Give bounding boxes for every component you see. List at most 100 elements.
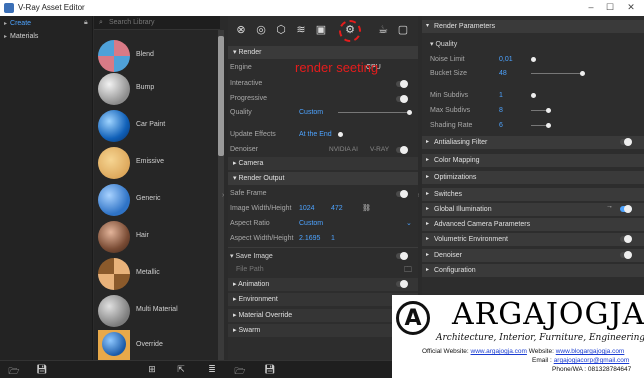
render-elements-icon[interactable]: ▣ — [314, 23, 328, 37]
camera-section-header[interactable]: ▸ Camera — [228, 157, 418, 170]
denoiser-nvidia-option[interactable]: NVIDIA AI — [329, 146, 358, 153]
website-link[interactable]: www.blogargajogja.com — [556, 348, 625, 355]
volumetric-environment-toggle[interactable] — [620, 235, 632, 243]
safe-frame-toggle[interactable] — [396, 190, 408, 198]
link-icon[interactable]: ⛓︎ — [362, 204, 371, 212]
min-subdivs-input[interactable]: 1 — [499, 92, 503, 99]
minimize-icon[interactable]: – — [584, 2, 598, 12]
animation-section-header[interactable]: ▸ Animation — [228, 278, 418, 291]
library-search[interactable]: ⌕ Search Library — [94, 16, 220, 30]
save-icon[interactable]: 💾︎ — [36, 364, 48, 375]
folder-icon[interactable]: 🗀 — [404, 264, 412, 278]
animation-toggle[interactable] — [396, 280, 408, 288]
render-output-section-header[interactable]: ▾ Render Output — [228, 172, 418, 185]
section-label: Denoiser — [434, 252, 463, 259]
aspect-ratio-dropdown[interactable]: Custom — [299, 220, 323, 227]
interactive-toggle[interactable] — [396, 80, 408, 88]
quality-slider-handle[interactable] — [407, 110, 412, 115]
layers-icon[interactable]: ≋ — [294, 23, 308, 37]
advanced-camera-parameters-header[interactable]: ▸ Advanced Camera Parameters — [422, 218, 644, 231]
collapse-icon: ▾ — [426, 23, 430, 29]
open-folder-icon[interactable]: 🗁 — [8, 364, 20, 378]
tree-item-materials[interactable]: ▸ Materials — [4, 33, 38, 40]
material-override-section-header[interactable]: ▸ Material Override — [228, 309, 418, 322]
antialiasing-filter-toggle[interactable] — [620, 138, 632, 146]
quality-value[interactable]: Custom — [299, 109, 323, 116]
override-preview-icon — [98, 330, 130, 362]
sphere-icon[interactable]: ⊗ — [234, 23, 248, 37]
watermark-tagline: Architecture, Interior, Furniture, Engin… — [436, 333, 644, 343]
environment-section-header[interactable]: ▸ Environment — [228, 293, 418, 306]
noise-limit-slider[interactable] — [531, 57, 536, 62]
lightbulb-icon[interactable]: ◎ — [254, 23, 268, 37]
shading-rate-handle[interactable] — [546, 123, 551, 128]
optimizations-header[interactable]: ▸ Optimizations — [422, 171, 644, 184]
switches-header[interactable]: ▸ Switches — [422, 188, 644, 201]
scrollbar-thumb[interactable] — [218, 36, 224, 156]
maximize-icon[interactable]: ☐ — [603, 2, 617, 13]
aspect-width-input[interactable]: 2.1695 — [299, 235, 320, 242]
bucket-size-input[interactable]: 48 — [499, 70, 507, 77]
render-section-header[interactable]: ▾ Render — [228, 46, 418, 59]
save-file-icon[interactable]: 💾︎ — [264, 364, 276, 375]
denoiser-right-toggle[interactable] — [620, 251, 632, 259]
denoiser-toggle[interactable] — [396, 146, 408, 154]
volumetric-environment-header[interactable]: ▸ Volumetric Environment — [422, 233, 644, 246]
list-view-icon[interactable]: ≣ — [206, 364, 218, 375]
arrow-right-icon: → — [606, 203, 613, 210]
frame-buffer-icon[interactable]: ▢ — [396, 23, 410, 37]
expand-icon: ▸ — [426, 174, 430, 180]
material-label: Generic — [136, 195, 161, 202]
antialiasing-filter-header[interactable]: ▸ Antialiasing Filter — [422, 136, 644, 149]
close-icon[interactable]: ✕ — [624, 2, 638, 13]
import-icon[interactable]: ⇱ — [175, 364, 187, 375]
teapot-icon[interactable]: ☕︎ — [376, 23, 390, 37]
denoiser-vray-option[interactable]: V-RAY — [370, 146, 389, 153]
bucket-size-slider[interactable] — [531, 73, 583, 74]
render-parameters-header[interactable]: ▾ Render Parameters — [422, 20, 644, 33]
search-input[interactable]: Search Library — [109, 19, 155, 26]
watermark-email: Email : argajogjacorp@gmail.com — [532, 357, 629, 364]
grid-view-icon[interactable]: ⊞ — [146, 364, 158, 375]
settings-panel: ⊗ ◎ ⬡ ≋ ▣ ⚙ ☕︎ ▢ ▾ Render Engine CPU ren… — [228, 16, 418, 360]
update-effects-handle[interactable] — [338, 132, 343, 137]
configuration-header[interactable]: ▸ Configuration — [422, 264, 644, 277]
progressive-toggle[interactable] — [396, 95, 408, 103]
color-mapping-header[interactable]: ▸ Color Mapping — [422, 154, 644, 167]
max-subdivs-handle[interactable] — [546, 108, 551, 113]
official-website-label: Official Website: — [422, 348, 469, 355]
multi-material-preview-icon — [98, 295, 130, 327]
shading-rate-input[interactable]: 6 — [499, 122, 503, 129]
image-width-input[interactable]: 1024 — [299, 205, 315, 212]
denoiser-header[interactable]: ▸ Denoiser — [422, 249, 644, 262]
open-file-icon[interactable]: 🗁 — [234, 364, 246, 378]
material-label: Emissive — [136, 158, 165, 165]
bucket-size-handle[interactable] — [580, 71, 585, 76]
max-subdivs-input[interactable]: 8 — [499, 107, 503, 114]
update-effects-value[interactable]: At the End — [299, 131, 332, 138]
image-height-input[interactable]: 472 — [331, 205, 343, 212]
expand-icon: ▸ — [426, 252, 430, 258]
min-subdivs-slider[interactable] — [531, 93, 536, 98]
global-illumination-toggle[interactable] — [620, 205, 632, 213]
save-image-toggle[interactable] — [396, 252, 408, 260]
collapse-left-icon[interactable]: › — [222, 192, 224, 199]
aspect-height-input[interactable]: 1 — [331, 235, 335, 242]
website-label: Website: — [528, 348, 554, 355]
section-label: Swarm — [238, 327, 261, 334]
lock-icon[interactable]: 🔒︎ — [84, 19, 88, 27]
noise-limit-input[interactable]: 0,01 — [499, 56, 513, 63]
render-setting-annotation: render seeting — [295, 60, 379, 75]
engine-label: Engine — [230, 64, 252, 71]
asset-toolbar: ⊗ ◎ ⬡ ≋ ▣ ⚙ ☕︎ ▢ — [228, 16, 418, 44]
chevron-down-icon[interactable]: ⌄ — [406, 219, 412, 227]
quality-slider[interactable] — [338, 112, 410, 113]
official-website-link[interactable]: www.argajogja.com — [471, 348, 527, 355]
cube-icon[interactable]: ⬡ — [274, 23, 288, 37]
quality-group[interactable]: ▾ Quality — [430, 40, 457, 48]
email-link[interactable]: argajogjacorp@gmail.com — [554, 357, 630, 364]
save-image-row: ▾ Save Image — [230, 253, 273, 260]
material-label: Hair — [136, 232, 149, 239]
swarm-section-header[interactable]: ▸ Swarm — [228, 324, 418, 337]
tree-item-create[interactable]: ▸ Create — [4, 20, 31, 27]
